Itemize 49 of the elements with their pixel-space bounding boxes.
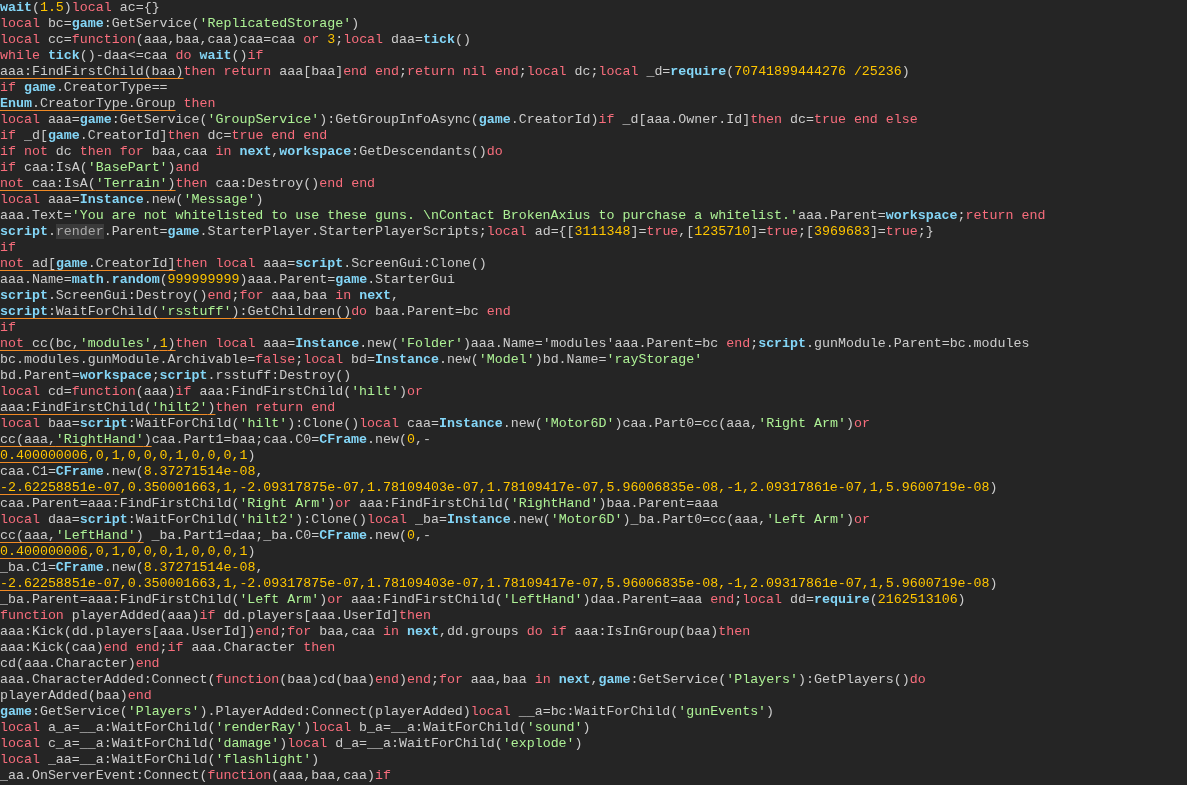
code-line: aaa.Text='You are not whitelisted to use these guns. \nContact BrokenAxius to purchase a whitelist.'aaa.Parent=workspace;return end xyxy=(0,208,1046,224)
code-line: local cc=function(aaa,baa,caa)caa=caa or 3;local daa=tick() xyxy=(0,32,471,48)
code-line: if not dc then for baa,caa in next,workspace:GetDescendants()do xyxy=(0,144,503,160)
code-line: function playerAdded(aaa)if dd.players[aaa.UserId]then xyxy=(0,608,431,624)
code-line: local a_a=__a:WaitForChild('renderRay')local b_a=__a:WaitForChild('sound') xyxy=(0,720,591,736)
code-line: local _aa=__a:WaitForChild('flashlight') xyxy=(0,752,320,768)
code-line: -2.62258851e-07,0.350001663,1,-2.09317875e-07,1.78109403e-07,1.78109417e-07,5.96006835e-08,-1,2.09317861e-07,1,5.9600719e-08) xyxy=(0,480,998,496)
code-line: local baa=script:WaitForChild('hilt'):Clone()local caa=Instance.new('Motor6D')caa.Part0=cc(aaa,'Right Arm')or xyxy=(0,416,870,432)
code-line: script.render.Parent=game.StarterPlayer.StarterPlayerScripts;local ad={[3111348]=true,[1235710]=true;[3969683]=true;} xyxy=(0,224,934,240)
code-line: -2.62258851e-07,0.350001663,1,-2.09317875e-07,1.78109403e-07,1.78109417e-07,5.96006835e-08,-1,2.09317861e-07,1,5.9600719e-08) xyxy=(0,576,998,592)
code-line: while tick()-daa<=caa do wait()if xyxy=(0,48,264,64)
code-line: cc(aaa,'RightHand')caa.Part1=baa;caa.C0=CFrame.new(0,- xyxy=(0,432,431,448)
code-line: local aaa=game:GetService('GroupService'):GetGroupInfoAsync(game.CreatorId)if _d[aaa.Owner.Id]then dc=true end else xyxy=(0,112,918,128)
code-line: caa.C1=CFrame.new(8.37271514e-08, xyxy=(0,464,264,480)
code-line: local aaa=Instance.new('Message') xyxy=(0,192,264,208)
code-line: local cd=function(aaa)if aaa:FindFirstChild('hilt')or xyxy=(0,384,423,400)
code-line: bd.Parent=workspace;script.rsstuff:Destroy() xyxy=(0,368,352,384)
code-line: aaa:FindFirstChild('hilt2')then return end xyxy=(0,400,336,416)
code-line: Enum.CreatorType.Group then xyxy=(0,96,216,112)
code-line: 0.400000006,0,1,0,0,0,1,0,0,0,1) xyxy=(0,544,256,560)
code-line: 0.400000006,0,1,0,0,0,1,0,0,0,1) xyxy=(0,448,256,464)
code-line: wait(1.5)local ac={} xyxy=(0,0,160,16)
code-line: script.ScreenGui:Destroy()end;for aaa,baa in next, xyxy=(0,288,400,304)
code-line: playerAdded(baa)end xyxy=(0,688,152,704)
code-line: game:GetService('Players').PlayerAdded:Connect(playerAdded)local __a=bc:WaitForChild('gunEvents') xyxy=(0,704,775,720)
code-line: not caa:IsA('Terrain')then caa:Destroy()end end xyxy=(0,176,376,192)
code-line: _ba.Parent=aaa:FindFirstChild('Left Arm')or aaa:FindFirstChild('LeftHand')daa.Parent=aaa end;local dd=require(2162513106) xyxy=(0,592,966,608)
code-line: if game.CreatorType== xyxy=(0,80,168,96)
code-line: bc.modules.gunModule.Archivable=false;local bd=Instance.new('Model')bd.Name='rayStorage' xyxy=(0,352,703,368)
code-line: script:WaitForChild('rsstuff'):GetChildren()do baa.Parent=bc end xyxy=(0,304,511,320)
code-line: if xyxy=(0,240,16,256)
code-line: _ba.C1=CFrame.new(8.37271514e-08, xyxy=(0,560,264,576)
code-line: if _d[game.CreatorId]then dc=true end end xyxy=(0,128,328,144)
code-line: aaa:FindFirstChild(baa)then return aaa[baa]end end;return nil end;local dc;local _d=require(70741899444276 /25236) xyxy=(0,64,910,80)
code-line: aaa:Kick(caa)end end;if aaa.Character then xyxy=(0,640,336,656)
code-line: not ad[game.CreatorId]then local aaa=script.ScreenGui:Clone() xyxy=(0,256,487,272)
code-line: aaa.Name=math.random(999999999)aaa.Parent=game.StarterGui xyxy=(0,272,455,288)
code-line: aaa.CharacterAdded:Connect(function(baa)cd(baa)end)end;for aaa,baa in next,game:GetService('Players'):GetPlayers()do xyxy=(0,672,926,688)
code-line: local c_a=__a:WaitForChild('damage')local d_a=__a:WaitForChild('explode') xyxy=(0,736,583,752)
code-line: aaa:Kick(dd.players[aaa.UserId])end;for baa,caa in next,dd.groups do if aaa:IsInGroup(baa)then xyxy=(0,624,751,640)
code-line: not cc(bc,'modules',1)then local aaa=Instance.new('Folder')aaa.Name='modules'aaa.Parent=bc end;script.gunModule.Parent=bc.modules xyxy=(0,336,1030,352)
code-line: if caa:IsA('BasePart')and xyxy=(0,160,200,176)
code-line: local bc=game:GetService('ReplicatedStorage') xyxy=(0,16,360,32)
code-line: cd(aaa.Character)end xyxy=(0,656,160,672)
code-line: caa.Parent=aaa:FindFirstChild('Right Arm')or aaa:FindFirstChild('RightHand')baa.Parent=aaa xyxy=(0,496,719,512)
code-line: cc(aaa,'LeftHand') _ba.Part1=daa;_ba.C0=CFrame.new(0,- xyxy=(0,528,431,544)
code-line: if xyxy=(0,320,16,336)
code-line: _aa.OnServerEvent:Connect(function(aaa,baa,caa)if xyxy=(0,768,391,784)
code-line: local daa=script:WaitForChild('hilt2'):Clone()local _ba=Instance.new('Motor6D')_ba.Part0=cc(aaa,'Left Arm')or xyxy=(0,512,870,528)
